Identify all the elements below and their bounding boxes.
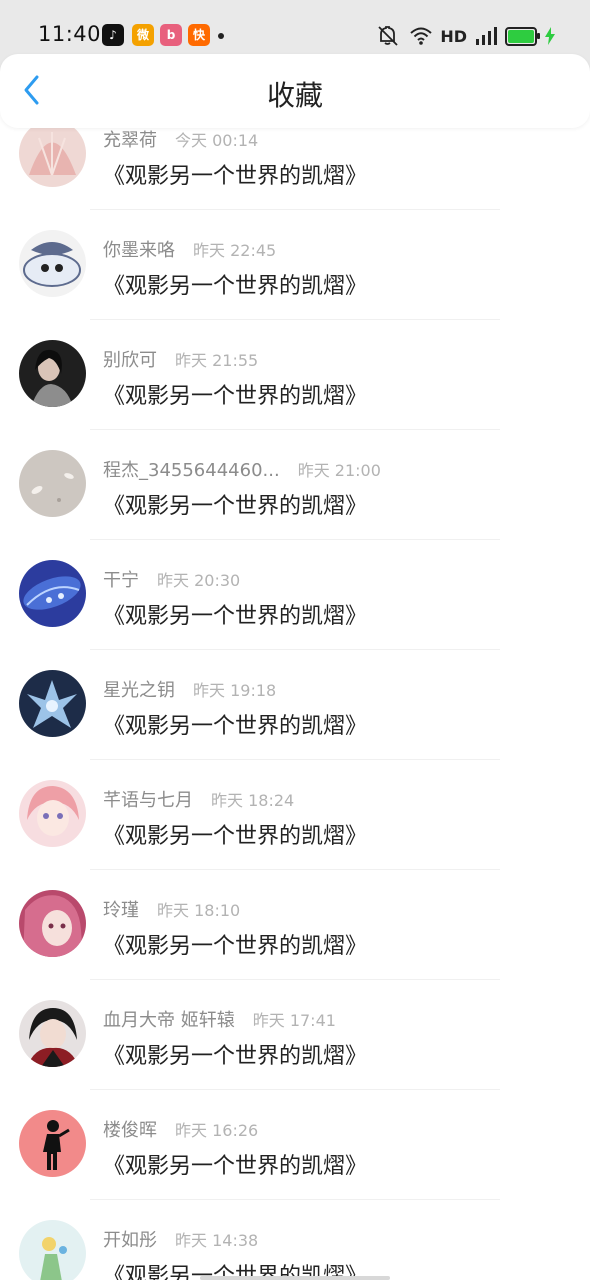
avatar — [19, 1110, 86, 1177]
user-name: 星光之钥 — [103, 680, 175, 701]
list-item[interactable]: 楼俊晖 昨天 16:26 《观影另一个世界的凯熠》 — [0, 1090, 590, 1200]
status-time: 11:40 — [38, 22, 102, 46]
book-title: 《观影另一个世界的凯熠》 — [103, 1154, 368, 1179]
status-indicators: HD — [376, 24, 556, 48]
avatar — [19, 890, 86, 957]
notification-dot-icon — [218, 33, 224, 39]
user-name: 血月大帝 姬轩辕 — [103, 1010, 235, 1031]
user-name: 楼俊晖 — [103, 1120, 157, 1141]
list-item[interactable]: 干宁 昨天 20:30 《观影另一个世界的凯熠》 — [0, 540, 590, 650]
weibo-icon: 微 — [132, 24, 154, 46]
header: 收藏 — [0, 54, 590, 128]
douyin-icon: ♪ — [102, 24, 124, 46]
avatar — [19, 1000, 86, 1067]
avatar — [19, 1220, 86, 1280]
book-title: 《观影另一个世界的凯熠》 — [103, 714, 368, 739]
avatar — [19, 780, 86, 847]
mute-icon — [378, 26, 398, 46]
timestamp: 昨天 14:38 — [175, 1231, 259, 1250]
timestamp: 今天 00:14 — [175, 131, 259, 150]
user-name: 开如彤 — [103, 1230, 157, 1251]
signal-icon — [476, 27, 497, 45]
bilibili-icon: b — [160, 24, 182, 46]
list-item[interactable]: 开如彤 昨天 14:38 《观影另一个世界的凯熠》 — [0, 1200, 590, 1280]
timestamp: 昨天 18:24 — [211, 791, 295, 810]
battery-icon — [505, 26, 540, 46]
avatar — [19, 120, 86, 187]
user-name: 芊语与七月 — [103, 790, 193, 811]
book-title: 《观影另一个世界的凯熠》 — [103, 384, 368, 409]
book-title: 《观影另一个世界的凯熠》 — [103, 1044, 368, 1069]
timestamp: 昨天 20:30 — [157, 571, 241, 590]
book-title: 《观影另一个世界的凯熠》 — [103, 164, 368, 189]
user-name: 别欣可 — [103, 350, 157, 371]
timestamp: 昨天 21:00 — [297, 461, 381, 480]
timestamp: 昨天 21:55 — [175, 351, 259, 370]
user-name: 玲瑾 — [103, 900, 139, 921]
avatar — [19, 670, 86, 737]
home-indicator[interactable] — [200, 1276, 390, 1280]
avatar — [19, 560, 86, 627]
timestamp: 昨天 22:45 — [193, 241, 277, 260]
list-item[interactable]: 血月大帝 姬轩辕 昨天 17:41 《观影另一个世界的凯熠》 — [0, 980, 590, 1090]
timestamp: 昨天 17:41 — [252, 1011, 336, 1030]
book-title: 《观影另一个世界的凯熠》 — [103, 934, 368, 959]
user-name: 干宁 — [103, 570, 139, 591]
timestamp: 昨天 18:10 — [157, 901, 241, 920]
user-name: 程杰_3455644460... — [103, 460, 280, 481]
avatar — [19, 230, 86, 297]
timestamp: 昨天 19:18 — [193, 681, 277, 700]
avatar — [19, 450, 86, 517]
wifi-icon — [410, 27, 432, 45]
list-item[interactable]: 星光之钥 昨天 19:18 《观影另一个世界的凯熠》 — [0, 650, 590, 760]
page-title: 收藏 — [266, 79, 323, 112]
list-item[interactable]: 程杰_3455644460... 昨天 21:00 《观影另一个世界的凯熠》 — [0, 430, 590, 540]
book-title: 《观影另一个世界的凯熠》 — [103, 274, 368, 299]
user-name: 你墨来咯 — [103, 240, 175, 261]
book-title: 《观影另一个世界的凯熠》 — [103, 824, 368, 849]
user-name: 充翠荷 — [103, 130, 157, 151]
favorites-list: 充翠荷 今天 00:14 《观影另一个世界的凯熠》 你墨来咯 昨天 22:45 … — [0, 100, 590, 1280]
timestamp: 昨天 16:26 — [175, 1121, 259, 1140]
list-item[interactable]: 玲瑾 昨天 18:10 《观影另一个世界的凯熠》 — [0, 870, 590, 980]
book-title: 《观影另一个世界的凯熠》 — [103, 494, 368, 519]
network-type-label: HD — [440, 26, 467, 46]
list-item[interactable]: 别欣可 昨天 21:55 《观影另一个世界的凯熠》 — [0, 320, 590, 430]
list-item[interactable]: 你墨来咯 昨天 22:45 《观影另一个世界的凯熠》 — [0, 210, 590, 320]
list-item[interactable]: 芊语与七月 昨天 18:24 《观影另一个世界的凯熠》 — [0, 760, 590, 870]
kuaishou-icon: 快 — [188, 24, 210, 46]
charging-icon — [545, 27, 555, 45]
avatar — [19, 340, 86, 407]
book-title: 《观影另一个世界的凯熠》 — [103, 604, 368, 629]
screen: 11:40 ♪ 微 b 快 HD 收藏 充翠荷 今天 00:14 《观影另一个世… — [0, 0, 590, 1280]
